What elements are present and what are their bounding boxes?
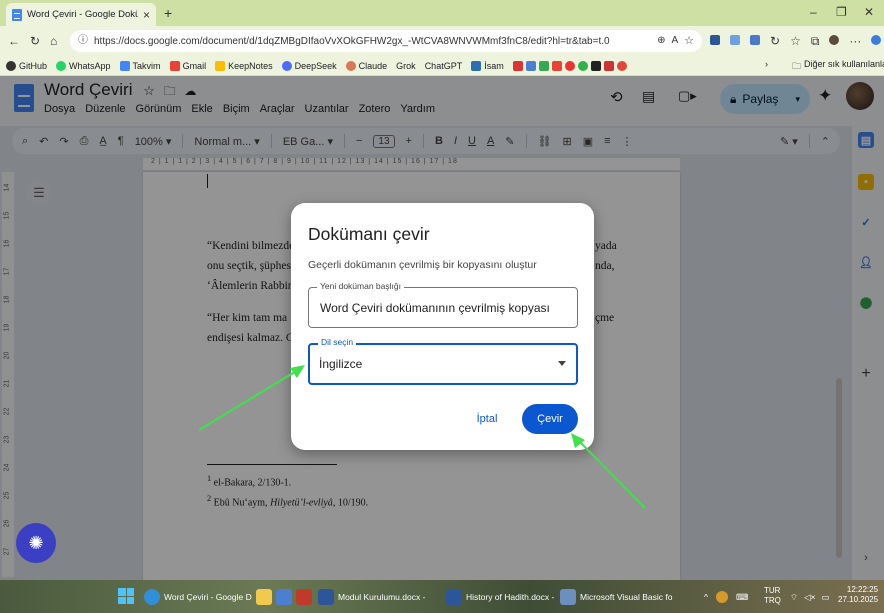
bookmark-github[interactable]: GitHub bbox=[6, 60, 47, 71]
dialog-title: Dokümanı çevir bbox=[308, 224, 430, 244]
dropdown-caret-icon[interactable] bbox=[558, 361, 566, 366]
tray-status-icons[interactable]: ⌔ ◁× ▭ bbox=[790, 586, 830, 608]
read-aloud-icon[interactable]: A bbox=[671, 36, 678, 46]
close-window-icon[interactable]: ✕ bbox=[864, 6, 874, 18]
edge-icon bbox=[144, 589, 160, 605]
home-icon[interactable]: ⌂ bbox=[50, 35, 57, 47]
clock[interactable]: 12:22:25 27.10.2025 bbox=[838, 585, 878, 605]
taskbar-item-word-2[interactable]: History of Hadith.docx - bbox=[446, 586, 554, 608]
back-icon[interactable]: ← bbox=[8, 35, 20, 47]
app-icon[interactable] bbox=[296, 589, 312, 605]
windows-start-icon[interactable] bbox=[118, 588, 134, 604]
taskbar-item-vba[interactable]: Microsoft Visual Basic fo bbox=[560, 586, 672, 608]
folder-icon: 🗀 bbox=[792, 61, 802, 71]
bookmark-chatgpt[interactable]: ChatGPT bbox=[425, 61, 463, 71]
github-icon bbox=[6, 60, 16, 71]
tab-title: Word Çeviri - Google Dokümanla bbox=[27, 9, 138, 20]
word-icon bbox=[318, 589, 334, 605]
isam-icon bbox=[471, 60, 482, 71]
extension-icon[interactable] bbox=[750, 35, 760, 45]
bookmark-grok[interactable]: Grok bbox=[396, 61, 416, 71]
file-explorer-icon[interactable] bbox=[256, 589, 272, 605]
refresh-extension-icon[interactable]: ↻ bbox=[770, 35, 780, 47]
collections-icon[interactable]: ⧉ bbox=[811, 35, 820, 47]
vscode-icon[interactable] bbox=[276, 589, 292, 605]
deepseek-icon bbox=[281, 60, 292, 71]
sparkle-icon: ✺ bbox=[28, 532, 44, 553]
copilot-icon[interactable] bbox=[871, 35, 882, 45]
reload-icon[interactable]: ↻ bbox=[30, 35, 40, 47]
gmail-icon bbox=[169, 60, 180, 71]
favorites-icon[interactable]: ☆ bbox=[790, 35, 801, 47]
battery-icon[interactable]: ▭ bbox=[822, 592, 830, 603]
input-language[interactable]: TUR TRQ bbox=[764, 586, 781, 606]
bookmark-icon-row[interactable] bbox=[512, 60, 627, 71]
profile-icon[interactable] bbox=[829, 35, 840, 45]
vba-icon bbox=[560, 589, 576, 605]
extension-icon[interactable] bbox=[710, 35, 720, 45]
chevron-right-icon[interactable]: › bbox=[765, 59, 768, 69]
wifi-icon[interactable]: ⌔ bbox=[790, 592, 798, 603]
other-bookmarks[interactable]: 🗀 Diğer sık kullanılanlar bbox=[792, 59, 884, 75]
address-bar[interactable]: ⓘ https://docs.google.com/document/d/1dq… bbox=[70, 30, 702, 52]
bookmark-takvim[interactable]: Takvim bbox=[119, 60, 161, 71]
whatsapp-icon bbox=[56, 60, 67, 71]
extension-icon[interactable] bbox=[730, 35, 740, 45]
claude-icon bbox=[345, 60, 356, 71]
close-tab-icon[interactable]: × bbox=[143, 9, 150, 21]
language-select[interactable]: Dil seçin İngilizce bbox=[308, 337, 578, 385]
assistant-fab[interactable]: ✺ bbox=[16, 523, 56, 563]
url-text: https://docs.google.com/document/d/1dqZM… bbox=[94, 35, 610, 47]
translate-dialog: Dokümanı çevir Geçerli dokümanın çevrilm… bbox=[291, 203, 594, 450]
word-icon bbox=[446, 589, 462, 605]
bookmark-whatsapp[interactable]: WhatsApp bbox=[56, 60, 111, 71]
taskbar-item-word-1[interactable]: Modul Kurulumu.docx - bbox=[318, 586, 425, 608]
bookmark-isam[interactable]: İsam bbox=[471, 60, 504, 71]
keyboard-icon[interactable]: ⌨ bbox=[736, 592, 748, 603]
volume-icon[interactable]: ◁× bbox=[804, 592, 816, 603]
bookmark-claude[interactable]: Claude bbox=[345, 60, 387, 71]
language-select-value: İngilizce bbox=[319, 357, 363, 371]
system-tray[interactable]: ^ ⌨ bbox=[704, 586, 748, 608]
zoom-icon[interactable]: ⊕ bbox=[657, 36, 665, 46]
taskbar-icons[interactable] bbox=[256, 586, 312, 608]
dialog-subtitle: Geçerli dokümanın çevrilmiş bir kopyasın… bbox=[308, 259, 537, 271]
minimize-icon[interactable]: – bbox=[810, 6, 817, 18]
bookmark-deepseek[interactable]: DeepSeek bbox=[281, 60, 337, 71]
language-select-label: Dil seçin bbox=[318, 337, 357, 347]
bookmark-keepnotes[interactable]: KeepNotes bbox=[215, 60, 273, 71]
site-info-icon[interactable]: ⓘ bbox=[78, 36, 88, 46]
browser-tab-active[interactable]: Word Çeviri - Google Dokümanla × bbox=[6, 3, 156, 26]
restore-icon[interactable]: ❐ bbox=[836, 6, 847, 18]
new-document-title-label: Yeni doküman başlığı bbox=[317, 281, 404, 291]
new-document-title-value[interactable]: Word Çeviri dokümanının çevrilmiş kopyas… bbox=[320, 301, 550, 315]
favorite-star-icon[interactable]: ☆ bbox=[684, 35, 694, 47]
tray-chevron-icon[interactable]: ^ bbox=[704, 592, 708, 602]
bookmarks-bar: GitHub WhatsApp Takvim Gmail KeepNotes D… bbox=[0, 56, 884, 76]
new-document-title-field[interactable]: Yeni doküman başlığı Word Çeviri doküman… bbox=[308, 281, 578, 328]
more-icon[interactable]: ··· bbox=[849, 35, 861, 47]
google-docs-icon bbox=[12, 8, 22, 21]
bookmark-gmail[interactable]: Gmail bbox=[169, 60, 206, 71]
taskbar-item-edge[interactable]: Word Çeviri - Google D bbox=[144, 586, 252, 608]
keep-icon bbox=[215, 60, 226, 71]
cancel-button[interactable]: İptal bbox=[467, 408, 507, 430]
calendar-icon bbox=[119, 60, 130, 71]
new-tab-icon[interactable]: + bbox=[164, 6, 172, 20]
tray-app-icon[interactable] bbox=[716, 591, 728, 603]
translate-button[interactable]: Çevir bbox=[522, 404, 578, 434]
